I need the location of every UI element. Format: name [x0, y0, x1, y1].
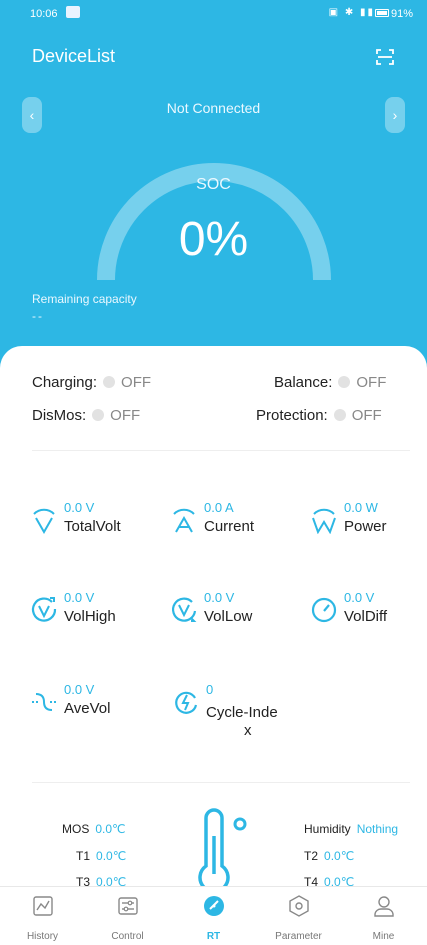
charging-state: OFF	[121, 374, 152, 391]
metric-total-volt: 0.0 V TotalVolt	[30, 500, 150, 550]
temp-label: T1	[76, 849, 91, 863]
status-time: 10:06	[30, 8, 58, 20]
history-icon	[32, 895, 54, 917]
control-icon	[117, 895, 139, 917]
dismos-status: DisMos: OFF	[32, 407, 140, 424]
connection-status: Not Connected	[166, 100, 261, 116]
status-dot	[338, 376, 351, 388]
metric-value: 0.0 V	[64, 682, 95, 697]
bottom-tab-bar: History Control RT Parameter Mine	[0, 886, 427, 945]
rt-gauge-icon	[203, 895, 225, 917]
tab-control[interactable]: Control	[85, 887, 170, 945]
status-dot	[103, 376, 116, 388]
power-icon	[310, 506, 338, 535]
balance-status: Balance: OFF	[274, 374, 386, 391]
status-dot	[333, 409, 346, 421]
metric-value: 0.0 W	[344, 500, 378, 515]
charging-status: Charging: OFF	[32, 374, 151, 391]
metric-value: 0.0 V	[64, 500, 95, 515]
scan-icon[interactable]	[375, 47, 395, 67]
metric-label: VolLow	[204, 608, 253, 625]
soc-value: 0%	[178, 213, 249, 266]
vol-low-icon	[170, 596, 198, 624]
divider	[32, 450, 410, 451]
signal-icons: ▣ ✱ ▮▮	[328, 7, 375, 18]
vol-high-icon	[30, 596, 58, 624]
metric-current: 0.0 A Current	[170, 500, 290, 550]
metric-value: 0.0 V	[204, 590, 235, 605]
humidity-value: Nothing	[356, 822, 399, 836]
battery-icon	[375, 9, 389, 17]
ave-vol-icon	[30, 688, 58, 716]
metric-vol-high: 0.0 V VolHigh	[30, 590, 150, 640]
metric-vol-diff: 0.0 V VolDiff	[310, 590, 427, 640]
dismos-state: OFF	[110, 407, 141, 424]
next-device-button[interactable]: ›	[385, 97, 405, 133]
tab-rt[interactable]: RT	[171, 887, 256, 945]
parameter-icon	[288, 895, 310, 917]
page-title[interactable]: DeviceList	[32, 46, 115, 67]
dismos-label: DisMos:	[32, 407, 87, 424]
temp-label: T2	[304, 849, 319, 863]
humidity: Humidity Nothing	[304, 822, 398, 836]
temp-value: 0.0℃	[324, 849, 355, 863]
temp-mos: MOS 0.0℃	[62, 822, 126, 836]
app-screen: 10:06 ▣ ✱ ▮▮ 91% DeviceList ‹ Not Connec…	[0, 0, 427, 945]
tab-label: Control	[111, 931, 144, 942]
temp-value: 0.0℃	[96, 849, 127, 863]
tab-label: Mine	[372, 931, 395, 942]
protection-status: Protection: OFF	[256, 407, 382, 424]
tab-label: History	[26, 931, 59, 942]
metric-label: Current	[204, 518, 255, 535]
tab-label: Parameter	[275, 931, 322, 942]
metric-value: 0.0 A	[204, 500, 234, 515]
metric-value: 0.0 V	[64, 590, 95, 605]
status-bar: 10:06 ▣ ✱ ▮▮ 91%	[0, 0, 427, 28]
metric-label: Power	[344, 518, 387, 535]
remaining-capacity-label: Remaining capacity	[32, 292, 137, 306]
temp-value: 0.0℃	[95, 822, 126, 836]
protection-state: OFF	[351, 407, 382, 424]
protection-label: Protection:	[256, 407, 328, 424]
metric-label-wrap: x	[244, 722, 252, 739]
metric-label: VolDiff	[344, 608, 388, 625]
chevron-right-icon: ›	[392, 107, 398, 123]
vol-diff-icon	[310, 596, 338, 624]
metric-power: 0.0 W Power	[310, 500, 427, 550]
thermometer-icon	[198, 808, 247, 892]
humidity-label: Humidity	[304, 822, 351, 836]
header-panel: 10:06 ▣ ✱ ▮▮ 91% DeviceList ‹ Not Connec…	[0, 0, 427, 372]
soc-label: SOC	[196, 176, 231, 193]
notification-icon	[66, 6, 80, 18]
temp-t2: T2 0.0℃	[304, 849, 354, 863]
voltage-icon	[30, 506, 58, 535]
metric-label: AveVol	[64, 700, 111, 717]
tab-parameter[interactable]: Parameter	[256, 887, 341, 945]
tab-mine[interactable]: Mine	[341, 887, 426, 945]
metric-value: 0	[206, 682, 214, 697]
balance-state: OFF	[356, 374, 387, 391]
remaining-capacity-value: --	[32, 309, 44, 323]
status-dot	[92, 409, 105, 421]
metric-value: 0.0 V	[344, 590, 375, 605]
cycle-icon	[172, 688, 200, 716]
temp-label: MOS	[62, 822, 90, 836]
divider	[32, 782, 410, 783]
balance-label: Balance:	[274, 374, 333, 391]
metric-label: TotalVolt	[64, 518, 121, 535]
metric-vol-low: 0.0 V VolLow	[170, 590, 290, 640]
tab-label: RT	[206, 931, 221, 942]
temp-t1: T1 0.0℃	[76, 849, 126, 863]
metric-label: Cycle-Inde	[206, 704, 278, 721]
metric-label: VolHigh	[64, 608, 116, 625]
charging-label: Charging:	[32, 374, 98, 391]
tab-history[interactable]: History	[0, 887, 85, 945]
user-icon	[373, 895, 395, 917]
current-icon	[170, 506, 198, 534]
battery-percent: 91%	[390, 8, 413, 20]
metric-ave-vol: 0.0 V AveVol	[30, 682, 150, 732]
